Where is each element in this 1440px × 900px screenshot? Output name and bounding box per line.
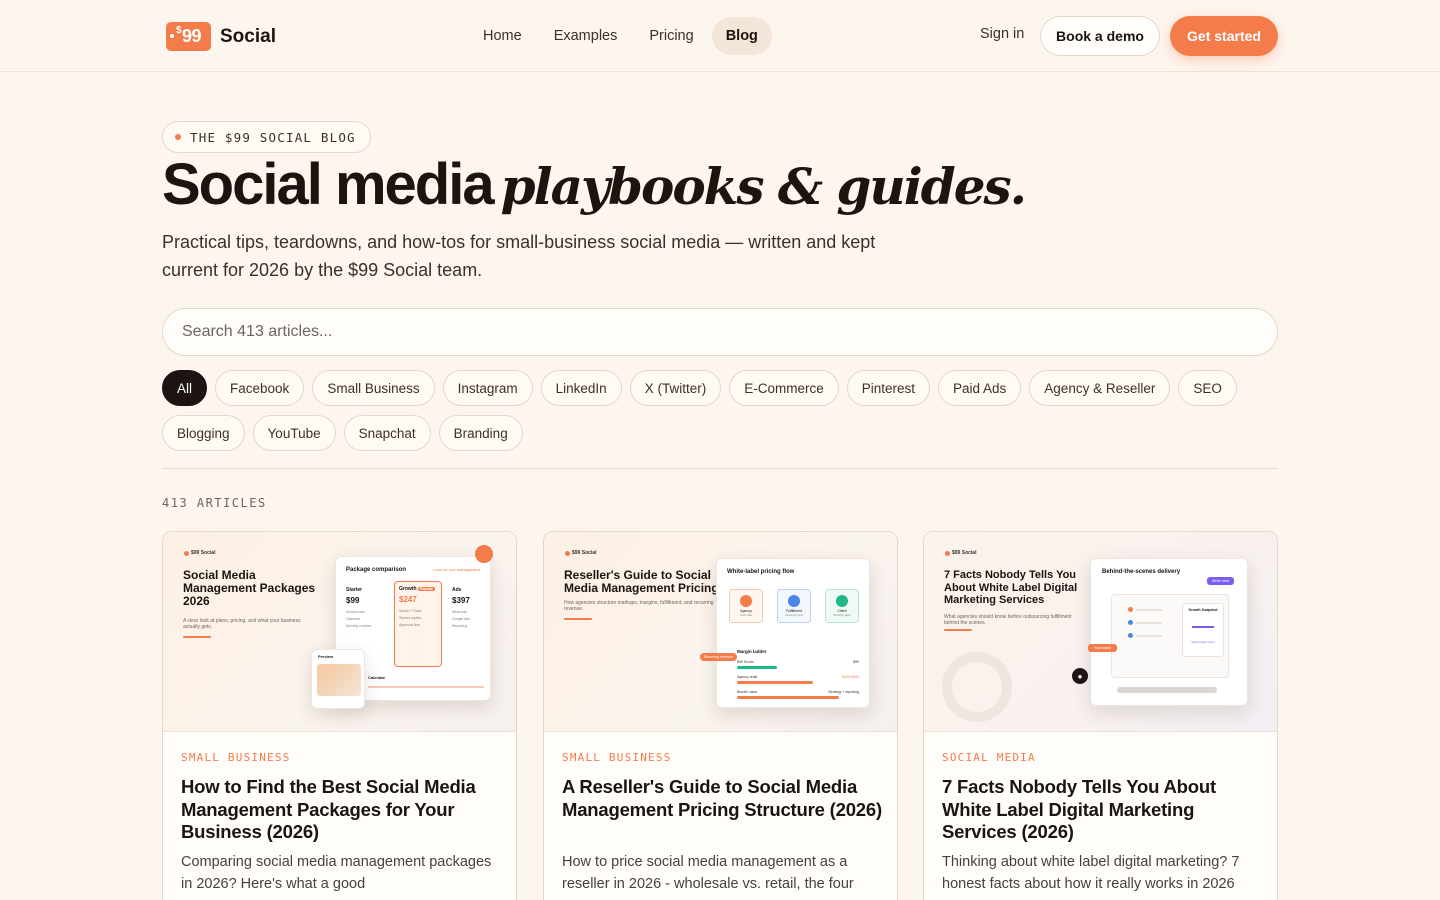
thumb-accent-bar	[183, 636, 211, 638]
category-filter-chips: All Facebook Small Business Instagram Li…	[162, 370, 1278, 451]
thumb-panel-title: White-label pricing flow	[727, 569, 795, 575]
chip-e-commerce[interactable]: E-Commerce	[729, 370, 839, 406]
thumb-title: Social Media Management Packages 2026	[183, 568, 316, 608]
chip-all[interactable]: All	[162, 370, 208, 406]
chip-agency-reseller[interactable]: Agency & Reseller	[1029, 370, 1171, 406]
thumb-brand: $99 Social	[565, 550, 596, 556]
logo-text: Social	[220, 25, 276, 47]
lock-icon: ●	[1072, 668, 1088, 684]
article-count: 413 ARTICLES	[162, 496, 267, 510]
section-divider	[162, 468, 1278, 469]
article-thumbnail: $99 Social 7 Facts Nobody Tells You Abou…	[924, 532, 1277, 732]
article-title[interactable]: A Reseller's Guide to Social Media Manag…	[562, 776, 882, 821]
article-category: SMALL BUSINESS	[181, 751, 291, 764]
nav-link-home[interactable]: Home	[469, 17, 536, 55]
chip-instagram[interactable]: Instagram	[442, 370, 533, 406]
blog-eyebrow-badge: THE $99 SOCIAL BLOG	[162, 121, 371, 153]
sign-in-link[interactable]: Sign in	[980, 26, 1024, 42]
logo-number: 99	[182, 26, 202, 46]
article-card[interactable]: $99 Social Social Media Management Packa…	[162, 531, 517, 900]
chip-branding[interactable]: Branding	[438, 415, 523, 451]
eyebrow-dot	[175, 134, 181, 140]
page-subtitle: Practical tips, teardowns, and how-tos f…	[162, 232, 876, 280]
chip-youtube[interactable]: YouTube	[252, 415, 336, 451]
thumb-screen: Growth Snapshot Client-ready report	[1111, 594, 1229, 678]
logo-dot	[170, 34, 174, 38]
get-started-button[interactable]: Get started	[1170, 16, 1278, 56]
article-excerpt: How to price social media management as …	[562, 854, 854, 892]
thumb-preview-panel: Preview	[311, 649, 365, 709]
article-card[interactable]: $99 Social 7 Facts Nobody Tells You Abou…	[923, 531, 1278, 900]
chip-linkedin[interactable]: LinkedIn	[540, 370, 622, 406]
thumb-desc: What agencies should know before outsour…	[944, 614, 1072, 626]
tier-ads: Ads $397 Meta Ads Google Ads Reporting	[452, 587, 471, 628]
thumb-decor-ring	[942, 652, 1012, 722]
thumb-pricing-flow-panel: White-label pricing flow Agency Your off…	[716, 558, 870, 708]
eyebrow-text: THE $99 SOCIAL BLOG	[190, 129, 356, 145]
flow-tag: Your brand	[1088, 644, 1117, 652]
thumb-panel-title: Behind-the-scenes delivery	[1102, 569, 1181, 575]
chip-paid-ads[interactable]: Paid Ads	[938, 370, 1022, 406]
node-client: Client Monthly plan	[825, 589, 859, 623]
chip-x-twitter[interactable]: X (Twitter)	[629, 370, 722, 406]
search-input[interactable]: Search 413 articles...	[162, 308, 1278, 356]
logo[interactable]: $99 Social	[166, 22, 276, 51]
nav-link-examples[interactable]: Examples	[540, 17, 632, 55]
chip-seo[interactable]: SEO	[1178, 370, 1237, 406]
article-category: SOCIAL MEDIA	[942, 751, 1036, 764]
thumb-calendar-label: Calendar	[368, 675, 386, 680]
thumb-panel-note: Look for real management	[433, 567, 480, 572]
logo-badge: $99	[166, 22, 211, 51]
page-title-italic: playbooks & guides.	[500, 157, 1027, 216]
nav-link-pricing[interactable]: Pricing	[635, 17, 707, 55]
page-title-bold: Social media	[162, 152, 495, 217]
node-agency: Agency Your offer	[729, 589, 763, 623]
thumb-brand: $99 Social	[945, 550, 976, 556]
book-demo-button[interactable]: Book a demo	[1040, 16, 1160, 56]
tier-starter: Starter $99 Social posts Calendar Monthly …	[346, 587, 371, 628]
thumb-panel-title: Package comparison	[346, 567, 407, 573]
thumb-dot	[475, 545, 493, 563]
thumb-delivery-panel: Behind-the-scenes delivery Growth Snapsh…	[1090, 558, 1248, 706]
thumb-title: Reseller's Guide to Social Media Managem…	[564, 568, 719, 595]
chip-snapchat[interactable]: Snapchat	[343, 415, 431, 451]
ladder-title: Margin ladder	[737, 649, 767, 654]
thumb-brand: $99 Social	[184, 550, 215, 556]
chip-pinterest[interactable]: Pinterest	[846, 370, 930, 406]
ladder-rows: $99 Social $99 Agency retail $249-$499 Bun…	[737, 660, 859, 699]
article-excerpt: Comparing social media management packag…	[181, 854, 492, 892]
thumb-accent-bar	[944, 629, 972, 631]
ladder-tag: Recurring revenue	[700, 653, 737, 661]
thumb-title: 7 Facts Nobody Tells You About White Lab…	[944, 569, 1078, 606]
chip-facebook[interactable]: Facebook	[215, 370, 305, 406]
thumb-accent-bar	[564, 618, 592, 620]
logo-dollar: $	[175, 25, 182, 36]
nav-links: Home Examples Pricing Blog	[469, 17, 772, 55]
thumb-desc: A clear look at plans, pricing, and what…	[183, 618, 301, 630]
article-card[interactable]: $99 Social Reseller's Guide to Social Me…	[543, 531, 898, 900]
white-label-badge: White label	[1207, 577, 1235, 585]
tier-growth: Growth Popular $247 Social + Posts Storie…	[394, 581, 442, 667]
growth-snapshot-card: Growth Snapshot Client-ready report	[1182, 603, 1224, 657]
node-fulfillment: Fulfillment Done-for-you	[777, 589, 811, 623]
nav-link-blog[interactable]: Blog	[711, 17, 772, 55]
chip-blogging[interactable]: Blogging	[162, 415, 245, 451]
chip-small-business[interactable]: Small Business	[312, 370, 435, 406]
article-excerpt: Thinking about white label digital marke…	[942, 854, 1240, 892]
page-title: Social media playbooks & guides.	[162, 152, 1027, 226]
article-thumbnail: $99 Social Reseller's Guide to Social Me…	[544, 532, 897, 732]
article-title[interactable]: How to Find the Best Social Media Manage…	[181, 776, 501, 844]
article-thumbnail: $99 Social Social Media Management Packa…	[163, 532, 516, 732]
top-nav: $99 Social Home Examples Pricing Blog Si…	[0, 0, 1440, 72]
article-title[interactable]: 7 Facts Nobody Tells You About White Lab…	[942, 776, 1262, 844]
thumb-desc: How agencies structure markups, margins,…	[564, 600, 714, 612]
article-category: SMALL BUSINESS	[562, 751, 672, 764]
